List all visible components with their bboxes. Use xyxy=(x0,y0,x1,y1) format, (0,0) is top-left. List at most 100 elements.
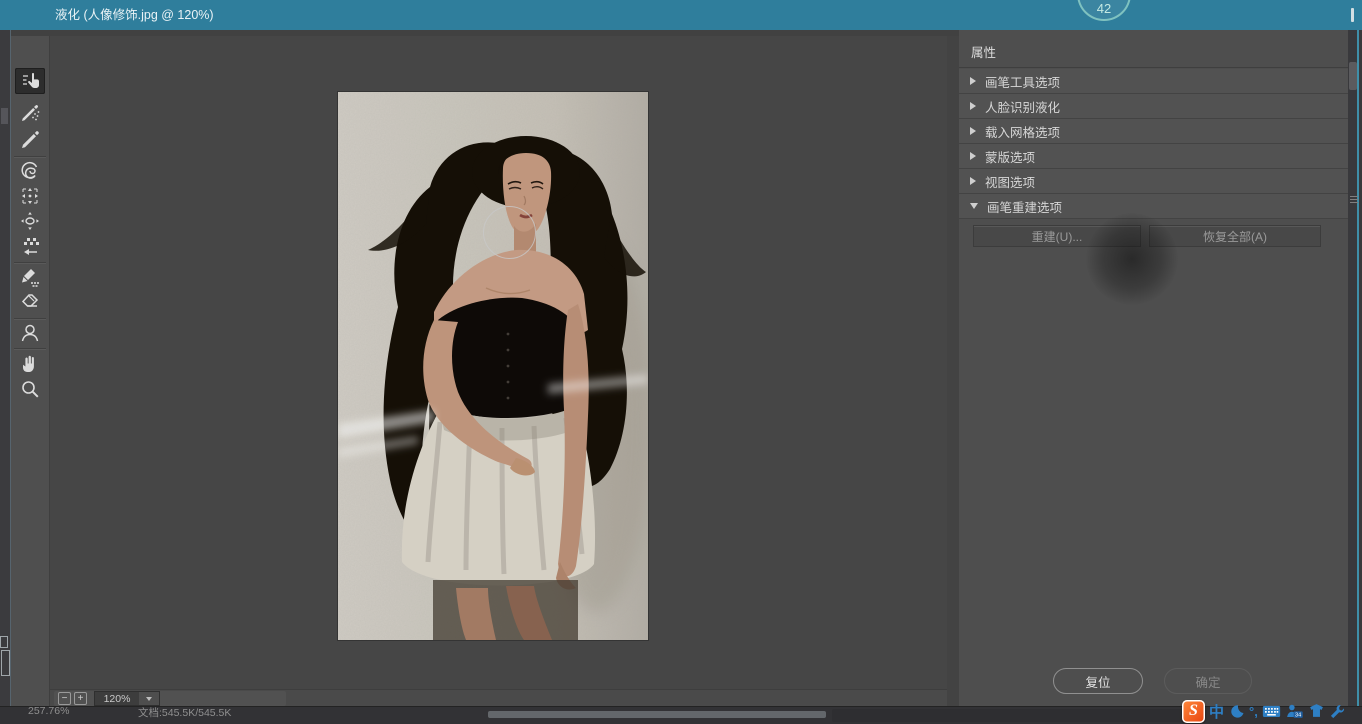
fullwidth-moon-icon[interactable] xyxy=(1228,703,1245,720)
restore-all-button-label: 恢复全部(A) xyxy=(1203,228,1267,245)
edge-artifact xyxy=(1,650,10,676)
zoom-out-label: − xyxy=(62,693,68,704)
properties-panel: 属性 画笔工具选项 人脸识别液化 载入网格选项 蒙版选项 视图选项 画笔重建选项… xyxy=(959,30,1349,706)
section-label: 视图选项 xyxy=(985,172,1035,191)
smooth-tool[interactable] xyxy=(15,126,45,152)
status-document-sizes: 文档:545.5K/545.5K xyxy=(138,706,231,720)
face-icon xyxy=(19,322,41,344)
panel-title: 属性 xyxy=(959,38,1349,68)
chinese-mode-icon[interactable]: 中 xyxy=(1209,701,1224,722)
forward-warp-icon xyxy=(19,70,41,92)
dialog-title-bar: 液化 (人像修饰.jpg @ 120%) xyxy=(0,0,1362,30)
window-left-edge xyxy=(0,30,10,724)
horizontal-scrollbar[interactable] xyxy=(488,711,826,718)
edge-artifact xyxy=(0,636,8,648)
section-load-mesh-options[interactable]: 载入网格选项 xyxy=(959,119,1349,144)
titlebar-artifact xyxy=(1351,8,1354,22)
window-right-edge xyxy=(1348,30,1362,724)
section-mask-options[interactable]: 蒙版选项 xyxy=(959,144,1349,169)
tool-group-divider xyxy=(14,318,46,319)
ime-toolbar: S 中 °, 34 xyxy=(1182,698,1362,724)
push-left-tool[interactable] xyxy=(15,233,45,259)
twirl-clockwise-tool[interactable] xyxy=(15,158,45,184)
reconstruct-button-label: 重建(U)... xyxy=(1032,228,1083,245)
canvas-panel-divider xyxy=(947,36,959,706)
section-label: 人脸识别液化 xyxy=(985,97,1060,116)
section-view-options[interactable]: 视图选项 xyxy=(959,169,1349,194)
reconstruct-icon xyxy=(19,102,41,124)
user-level-value: 34 xyxy=(1295,713,1301,719)
section-label: 载入网格选项 xyxy=(985,122,1060,141)
zoom-level-select[interactable]: 120% xyxy=(94,691,160,706)
tool-group-divider xyxy=(14,156,46,157)
section-face-aware-liquify[interactable]: 人脸识别液化 xyxy=(959,94,1349,119)
disclosure-triangle-icon xyxy=(970,77,976,85)
window-accent-line xyxy=(1357,30,1359,724)
section-label: 蒙版选项 xyxy=(985,147,1035,166)
canvas-zoom-bar: − + 120% xyxy=(50,689,947,706)
portrait-image[interactable] xyxy=(338,92,648,640)
sogou-logo-letter: S xyxy=(1189,702,1198,720)
freeze-mask-icon xyxy=(19,266,41,288)
reconstruct-tool[interactable] xyxy=(15,100,45,126)
settings-wrench-icon[interactable] xyxy=(1329,703,1346,720)
zoom-in-button[interactable]: + xyxy=(74,692,87,705)
liquify-canvas[interactable] xyxy=(50,36,947,689)
recording-counter-value: 42 xyxy=(1097,1,1111,16)
disclosure-triangle-icon xyxy=(970,203,978,209)
zoom-out-button[interactable]: − xyxy=(58,692,71,705)
panel-grip xyxy=(1350,196,1358,197)
smudge-artifact xyxy=(1086,213,1178,305)
reset-button[interactable]: 复位 xyxy=(1053,668,1143,694)
section-brush-reconstruct-options[interactable]: 画笔重建选项 xyxy=(959,194,1349,219)
background-status-bar: 257.76% 文档:545.5K/545.5K xyxy=(0,706,1362,724)
disclosure-triangle-icon xyxy=(970,127,976,135)
reset-button-label: 复位 xyxy=(1085,672,1110,691)
zoom-in-label: + xyxy=(78,693,84,704)
forward-warp-tool[interactable] xyxy=(15,68,45,94)
hand-tool[interactable] xyxy=(15,350,45,376)
face-tool[interactable] xyxy=(15,320,45,346)
section-label: 画笔重建选项 xyxy=(987,197,1062,216)
status-zoom-percent: 257.76% xyxy=(28,706,69,717)
hand-icon xyxy=(19,352,41,374)
tool-group-divider xyxy=(14,262,46,263)
twirl-icon xyxy=(19,160,41,182)
disclosure-triangle-icon xyxy=(970,177,976,185)
pucker-icon xyxy=(19,185,41,207)
zoom-icon xyxy=(19,378,41,400)
ok-button-label: 确定 xyxy=(1195,672,1220,691)
zoom-controls-group: − + 120% xyxy=(54,691,286,706)
panel-grip xyxy=(1350,199,1358,200)
liquify-dialog: − + 120% 属性 画笔工具选项 人脸识别液化 载入网格选项 xyxy=(10,30,1348,706)
status-bar-segment xyxy=(832,709,1192,722)
zoom-level-value: 120% xyxy=(95,693,139,705)
soft-keyboard-icon[interactable] xyxy=(1262,703,1281,719)
disclosure-triangle-icon xyxy=(970,152,976,160)
panel-grip xyxy=(1350,202,1358,203)
smooth-icon xyxy=(19,128,41,150)
sogou-logo-icon[interactable]: S xyxy=(1182,700,1205,723)
bloat-icon xyxy=(19,210,41,232)
push-left-icon xyxy=(19,235,41,257)
edge-artifact xyxy=(1,108,8,124)
scrollbar-thumb[interactable] xyxy=(1349,62,1357,90)
bloat-tool[interactable] xyxy=(15,208,45,234)
section-label: 画笔工具选项 xyxy=(985,72,1060,91)
dialog-title: 液化 (人像修饰.jpg @ 120%) xyxy=(55,8,214,22)
thaw-mask-tool[interactable] xyxy=(15,289,45,315)
zoom-tool[interactable] xyxy=(15,376,45,402)
tool-group-divider xyxy=(14,348,46,349)
skin-shirt-icon[interactable] xyxy=(1308,703,1325,720)
pucker-tool[interactable] xyxy=(15,183,45,209)
panel-title-label: 属性 xyxy=(971,46,996,60)
chevron-down-icon xyxy=(139,692,159,705)
section-brush-tool-options[interactable]: 画笔工具选项 xyxy=(959,69,1349,94)
punctuation-icon[interactable]: °, xyxy=(1249,704,1258,719)
brush-cursor xyxy=(483,206,536,259)
ok-button[interactable]: 确定 xyxy=(1164,668,1252,694)
user-level-icon[interactable]: 34 xyxy=(1285,702,1304,720)
freeze-mask-tool[interactable] xyxy=(15,264,45,290)
disclosure-triangle-icon xyxy=(970,102,976,110)
liquify-tool-column xyxy=(11,36,50,706)
